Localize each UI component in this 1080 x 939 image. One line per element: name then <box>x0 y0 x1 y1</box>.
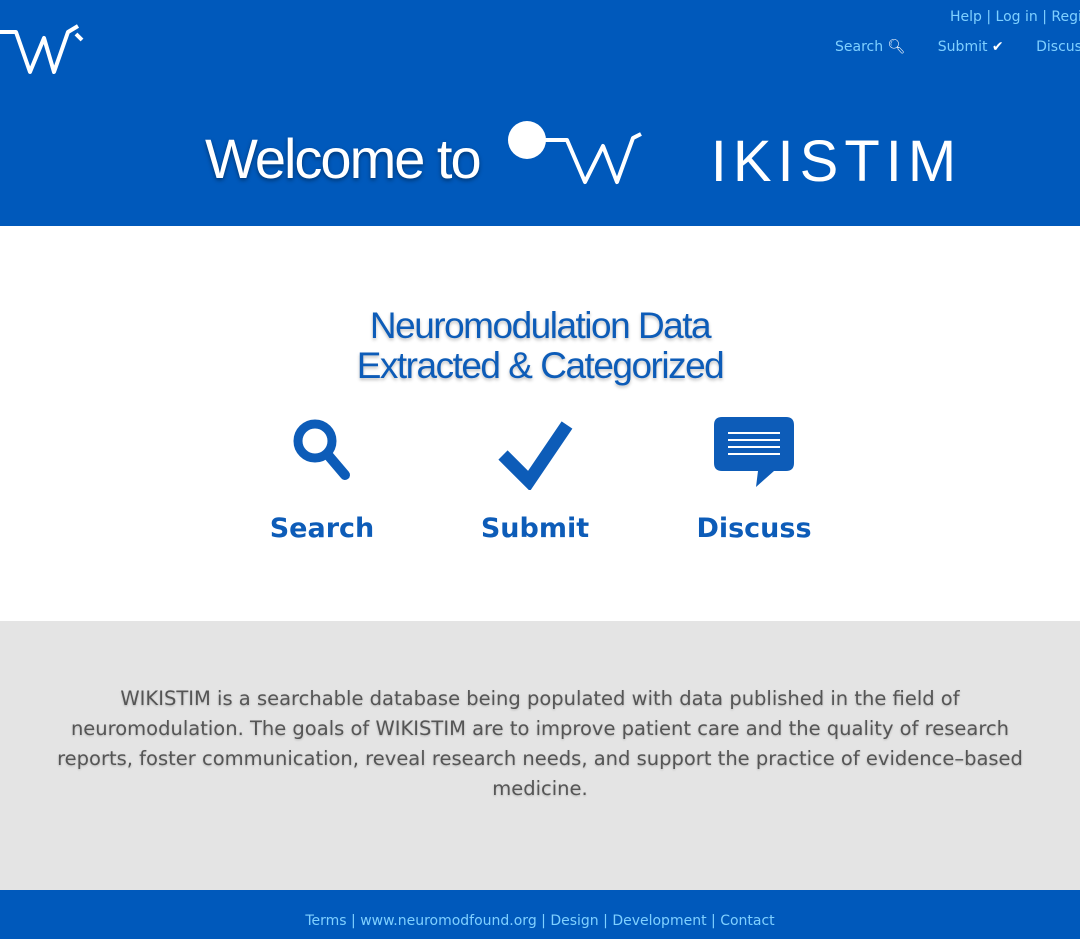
login-link[interactable]: Log in <box>996 9 1038 25</box>
nav-submit-label: Submit <box>937 39 988 55</box>
welcome-text: Welcome to <box>205 127 482 190</box>
nav-search-label: Search <box>835 39 884 55</box>
tagline: Neuromodulation Data Extracted & Categor… <box>0 306 1080 386</box>
check-icon <box>498 421 573 490</box>
brand-name-text: IKISTIM <box>710 129 963 194</box>
tagline-line2: Extracted & Categorized <box>356 345 725 386</box>
feature-submit-label: Submit <box>480 513 590 544</box>
wikistim-brand-logo-icon <box>508 121 642 184</box>
nav-discuss[interactable]: Discuss <box>1036 39 1080 55</box>
footer: Terms | www.neuromodfound.org | Design |… <box>0 890 1080 939</box>
nav-submit[interactable]: Submit ✔ <box>938 39 1004 55</box>
tagline-line1: Neuromodulation Data <box>369 305 712 346</box>
top-nav: Search 🔍︎ Submit ✔ Discuss <box>835 39 1080 55</box>
about-text: WIKISTIM is a searchable database being … <box>57 687 1023 800</box>
wikistim-logo-icon[interactable] <box>0 20 90 80</box>
search-icon: 🔍︎ <box>887 39 906 55</box>
help-link[interactable]: Help <box>950 9 982 25</box>
register-link[interactable]: Register <box>1051 9 1080 25</box>
terms-link[interactable]: Terms <box>305 913 346 929</box>
check-icon: ✔ <box>991 39 1004 55</box>
feature-submit[interactable]: Submit <box>435 415 635 544</box>
neuromodfound-link[interactable]: www.neuromodfound.org <box>360 913 537 929</box>
account-links: Help | Log in | Register <box>950 9 1080 25</box>
search-icon <box>293 419 350 480</box>
feature-discuss[interactable]: Discuss <box>654 415 854 544</box>
feature-search[interactable]: Search <box>222 415 422 544</box>
header: Help | Log in | Register Search 🔍︎ Submi… <box>0 0 1080 226</box>
feature-search-label: Search <box>269 513 375 544</box>
nav-discuss-label: Discuss <box>1036 39 1080 55</box>
development-link[interactable]: Development <box>612 913 706 929</box>
speech-bubble-icon <box>714 417 794 487</box>
nav-search[interactable]: Search 🔍︎ <box>835 39 905 55</box>
brand-name: WIKISTIM <box>650 128 962 195</box>
feature-discuss-label: Discuss <box>696 513 812 544</box>
contact-link[interactable]: Contact <box>720 913 774 929</box>
about-section: WIKISTIM is a searchable database being … <box>0 621 1080 890</box>
design-link[interactable]: Design <box>550 913 598 929</box>
